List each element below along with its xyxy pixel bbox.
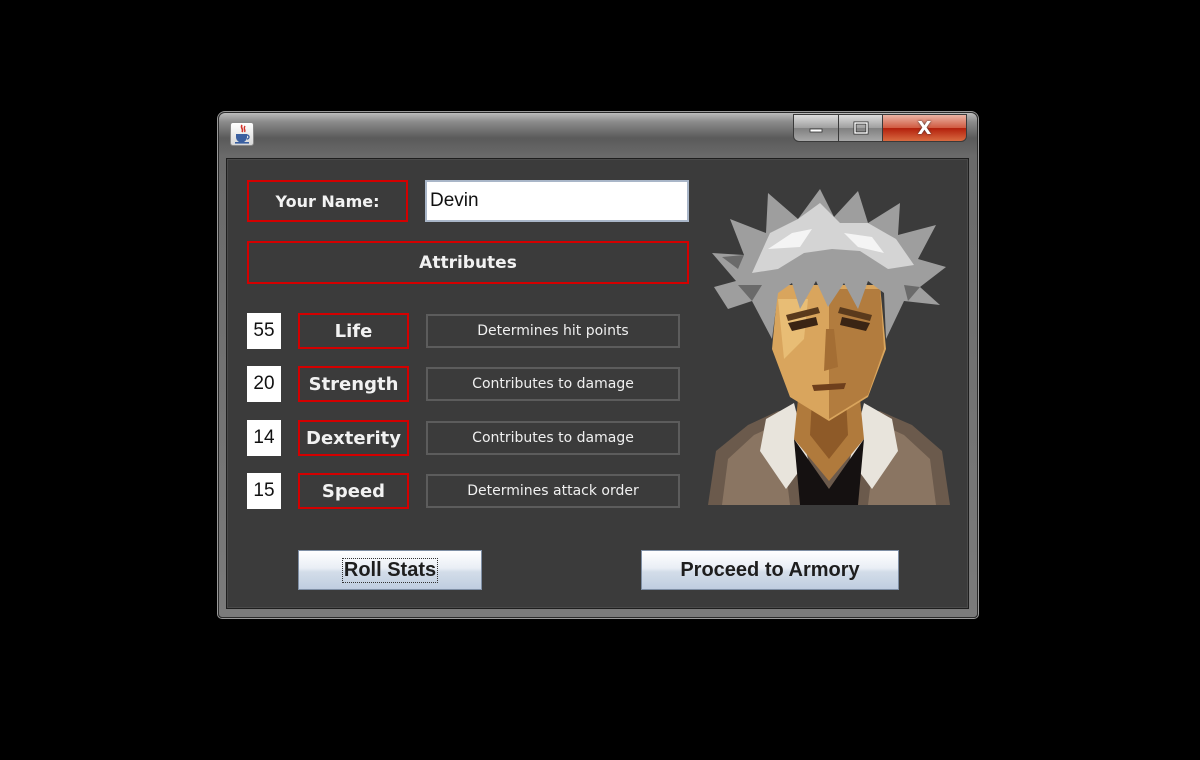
- window-controls: X: [793, 114, 967, 144]
- stat-description: Contributes to damage: [426, 421, 680, 455]
- stat-row-dexterity: 14 Dexterity Contributes to damage: [247, 420, 687, 456]
- maximize-icon: [853, 121, 868, 135]
- main-panel: Your Name: Attributes 55 Life Determines…: [226, 158, 969, 609]
- stat-row-strength: 20 Strength Contributes to damage: [247, 366, 687, 402]
- minimize-icon: [809, 128, 823, 133]
- proceed-to-armory-button[interactable]: Proceed to Armory: [641, 550, 899, 590]
- close-icon: X: [917, 117, 932, 139]
- stat-name: Life: [298, 313, 409, 349]
- name-label: Your Name:: [247, 180, 408, 222]
- roll-stats-label: Roll Stats: [341, 557, 439, 583]
- minimize-button[interactable]: [793, 114, 839, 142]
- stat-name: Speed: [298, 473, 409, 509]
- stat-value: 14: [247, 420, 281, 456]
- roll-stats-button[interactable]: Roll Stats: [298, 550, 482, 590]
- stat-description: Determines attack order: [426, 474, 680, 508]
- close-button[interactable]: X: [883, 114, 967, 142]
- title-bar[interactable]: X: [218, 112, 978, 154]
- stat-description: Determines hit points: [426, 314, 680, 348]
- java-coffee-cup-icon[interactable]: [230, 122, 254, 146]
- stat-description: Contributes to damage: [426, 367, 680, 401]
- stat-name: Dexterity: [298, 420, 409, 456]
- stat-row-speed: 15 Speed Determines attack order: [247, 473, 687, 509]
- character-portrait: [708, 189, 950, 505]
- stat-value: 15: [247, 473, 281, 509]
- stat-value: 55: [247, 313, 281, 349]
- character-creation-window: X Your Name: Attributes 55 Life Determin…: [218, 112, 978, 618]
- stat-name: Strength: [298, 366, 409, 402]
- attributes-header: Attributes: [247, 241, 689, 284]
- proceed-label: Proceed to Armory: [680, 558, 860, 581]
- name-input[interactable]: [425, 180, 689, 222]
- stat-value: 20: [247, 366, 281, 402]
- stat-row-life: 55 Life Determines hit points: [247, 313, 687, 349]
- maximize-button[interactable]: [839, 114, 883, 142]
